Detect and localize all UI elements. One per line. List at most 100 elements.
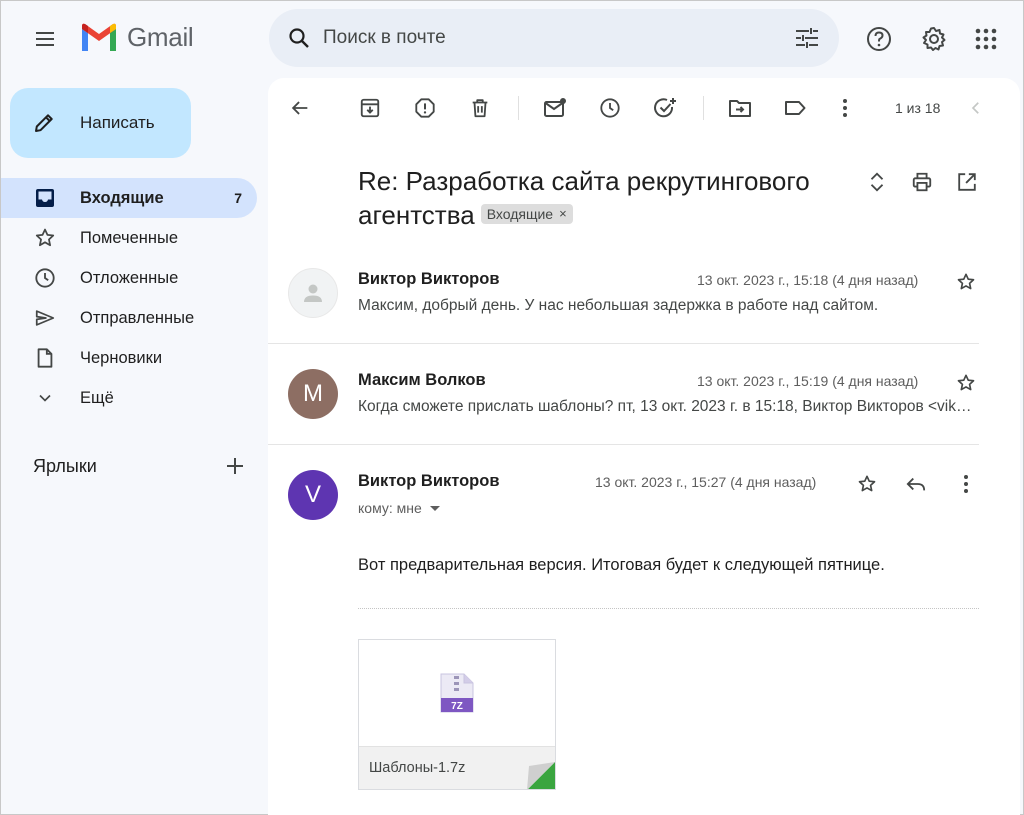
settings-button[interactable]: [916, 21, 952, 57]
expand-all-button[interactable]: [863, 168, 891, 196]
main-menu-button[interactable]: [25, 23, 65, 55]
recipients-text: кому: мне: [358, 500, 422, 516]
mail-unread-icon: [544, 98, 566, 117]
back-button[interactable]: [286, 94, 314, 122]
move-to-button[interactable]: [726, 94, 754, 122]
sender-name: Виктор Викторов: [358, 270, 500, 288]
star-button[interactable]: [853, 470, 881, 498]
star-icon: [957, 273, 975, 290]
gmail-logo[interactable]: Gmail: [79, 21, 194, 53]
sidebar-item-more[interactable]: Ещё: [1, 378, 257, 418]
label-icon: [785, 101, 806, 115]
send-icon: [33, 306, 57, 330]
report-icon: [415, 98, 435, 118]
more-options-button[interactable]: [831, 94, 859, 122]
sidebar-nav: Входящие 7 Помеченные Отложенные Отправл…: [1, 178, 257, 418]
print-icon: [912, 172, 932, 192]
star-button[interactable]: [952, 369, 980, 397]
print-button[interactable]: [908, 168, 936, 196]
search-input[interactable]: [323, 27, 763, 49]
sidebar-item-label: Помеченные: [80, 228, 179, 247]
previous-page-button[interactable]: [962, 94, 990, 122]
caret-down-icon: [429, 506, 440, 511]
reply-button[interactable]: [902, 470, 930, 498]
help-button[interactable]: [861, 21, 897, 57]
sidebar-item-label: Отложенные: [80, 268, 179, 287]
person-icon: [304, 284, 322, 302]
add-task-button[interactable]: [651, 94, 679, 122]
trash-icon: [472, 99, 488, 118]
clock-icon: [600, 98, 620, 118]
search-icon[interactable]: [285, 24, 313, 52]
mark-unread-button[interactable]: [541, 94, 569, 122]
attachment-card[interactable]: 7Z Шаблоны-1.7z: [358, 639, 556, 790]
attachment-footer: Шаблоны-1.7z: [359, 746, 555, 789]
archive-file-icon: 7Z: [440, 673, 474, 713]
sidebar-item-label: Входящие: [80, 188, 164, 207]
recipients-toggle[interactable]: кому: мне: [358, 500, 442, 516]
more-vert-icon: [964, 475, 968, 493]
compose-label: Написать: [80, 113, 155, 132]
gear-icon: [922, 27, 946, 51]
search-bar: [269, 9, 839, 67]
sender-name: Виктор Викторов: [358, 472, 500, 490]
message-divider: [268, 444, 979, 445]
file-type-badge: 7Z: [451, 701, 463, 712]
draft-icon: [33, 346, 57, 370]
sidebar-item-label: Отправленные: [80, 308, 195, 327]
add-task-icon: [654, 98, 676, 118]
chevron-left-icon: [971, 102, 979, 114]
star-icon: [957, 374, 975, 391]
message-date: 13 окт. 2023 г., 15:27 (4 дня назад): [595, 474, 817, 490]
sidebar-item-label: Черновики: [80, 348, 163, 367]
labels-button[interactable]: [781, 94, 809, 122]
message-view: 1 из 18 Re: Разработка сайта рекрутингов…: [268, 78, 1020, 815]
attachment-filename: Шаблоны-1.7z: [369, 760, 466, 776]
snooze-button[interactable]: [596, 94, 624, 122]
more-vert-icon: [843, 99, 847, 117]
sender-name: Максим Волков: [358, 371, 486, 389]
add-label-button[interactable]: [223, 454, 247, 478]
sidebar-item-drafts[interactable]: Черновики: [1, 338, 257, 378]
attachments-divider: [358, 608, 979, 609]
delete-button[interactable]: [466, 94, 494, 122]
arrow-back-icon: [291, 101, 308, 115]
open-in-new-window-button[interactable]: [953, 168, 981, 196]
avatar-initial: M: [303, 380, 323, 407]
avatar: V: [288, 470, 338, 520]
remove-label-button[interactable]: ×: [559, 197, 567, 231]
inbox-label-chip: Входящие ×: [480, 204, 573, 225]
avatar: [288, 268, 338, 318]
chevron-down-icon: [33, 386, 57, 410]
sidebar-item-snoozed[interactable]: Отложенные: [1, 258, 257, 298]
search-options-icon[interactable]: [793, 24, 821, 52]
avatar: M: [288, 369, 338, 419]
archive-button[interactable]: [356, 94, 384, 122]
message-more-button[interactable]: [952, 470, 980, 498]
message-item[interactable]: Виктор Викторов 13 окт. 2023 г., 15:18 (…: [268, 258, 1020, 344]
star-button[interactable]: [952, 268, 980, 296]
sidebar-item-label: Ещё: [80, 388, 114, 407]
labels-section: Ярлыки: [33, 453, 247, 479]
help-icon: [867, 27, 891, 51]
message-snippet: Когда сможете прислать шаблоны? пт, 13 о…: [358, 398, 974, 415]
sidebar-item-inbox[interactable]: Входящие 7: [1, 178, 257, 218]
archive-icon: [360, 98, 380, 118]
report-spam-button[interactable]: [411, 94, 439, 122]
toolbar-divider: [518, 96, 519, 120]
star-icon: [858, 475, 876, 492]
clock-icon: [33, 266, 57, 290]
sidebar-item-sent[interactable]: Отправленные: [1, 298, 257, 338]
compose-button[interactable]: Написать: [10, 88, 191, 158]
apps-button[interactable]: [968, 21, 1004, 57]
open-in-new-icon: [958, 173, 976, 191]
thread-subject: Re: Разработка сайта рекрутингового аген…: [358, 164, 848, 232]
apps-grid-icon: [975, 28, 997, 50]
top-bar: Gmail: [1, 1, 1024, 77]
sidebar-item-starred[interactable]: Помеченные: [1, 218, 257, 258]
unread-count: 7: [234, 190, 242, 206]
pager-text: 1 из 18: [895, 100, 941, 116]
app-name: Gmail: [127, 21, 194, 52]
unfold-icon: [870, 172, 884, 192]
message-item[interactable]: M Максим Волков 13 окт. 2023 г., 15:19 (…: [268, 359, 1020, 445]
